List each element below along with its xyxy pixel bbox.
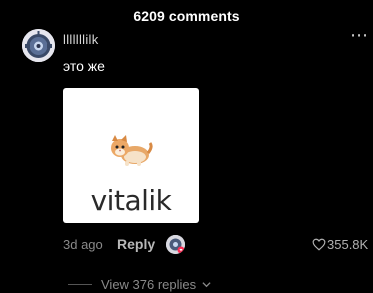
user-avatar[interactable] (22, 29, 55, 62)
divider-line (68, 284, 92, 285)
comment-image-attachment[interactable]: vitalik (63, 88, 199, 223)
comment-username[interactable]: lllllllilk (63, 32, 99, 47)
comments-count-title: 6209 comments (133, 8, 240, 24)
comment-text: это же (63, 58, 105, 74)
more-options-icon[interactable]: ⋯ (350, 26, 369, 44)
robot-avatar-icon (22, 29, 55, 62)
view-replies-label: View 376 replies (101, 277, 197, 292)
attachment-caption: vitalik (90, 184, 172, 217)
view-replies-button[interactable]: View 376 replies (68, 277, 211, 292)
like-count: 355.8K (327, 237, 369, 252)
heart-like-icon[interactable] (312, 238, 326, 251)
kitten-icon (111, 135, 153, 166)
chevron-down-icon (202, 282, 211, 288)
reply-button[interactable]: Reply (117, 236, 155, 252)
comment-timestamp: 3d ago (63, 237, 103, 252)
creator-liked-avatar-icon (166, 235, 185, 254)
